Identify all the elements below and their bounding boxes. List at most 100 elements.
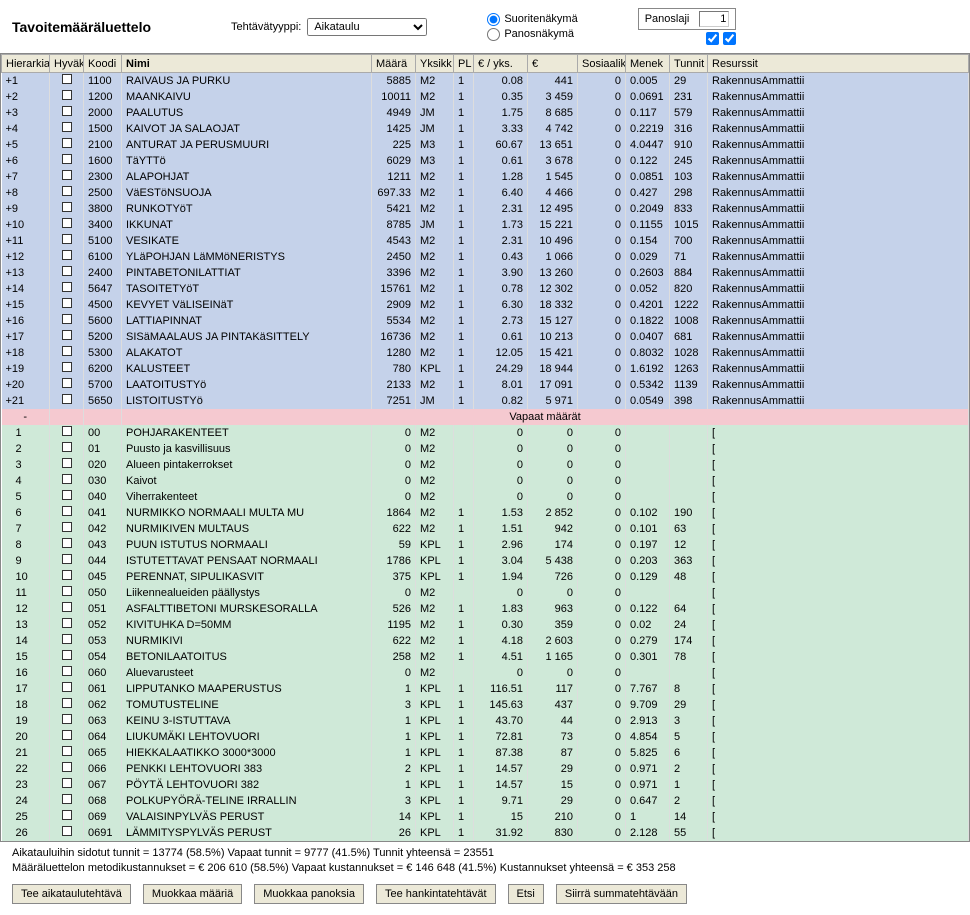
approve-checkbox[interactable] [62, 442, 72, 452]
table-row[interactable]: 15054BETONILAATOITUS258M214.511 16500.30… [2, 649, 969, 665]
table-row[interactable]: 10045PERENNAT, SIPULIKASVIT375KPL11.9472… [2, 569, 969, 585]
approve-checkbox[interactable] [62, 106, 72, 116]
table-row[interactable]: 9044ISTUTETTAVAT PENSAAT NORMAALI1786KPL… [2, 553, 969, 569]
table-row[interactable]: +115100VESIKATE4543M212.3110 49600.15470… [2, 233, 969, 249]
approve-checkbox[interactable] [62, 618, 72, 628]
approve-checkbox[interactable] [62, 314, 72, 324]
col-tunnit[interactable]: Tunnit [670, 55, 708, 73]
table-row[interactable]: +11100RAIVAUS JA PURKU5885M210.0844100.0… [2, 73, 969, 89]
btn-siirra[interactable]: Siirrä summatehtävään [556, 884, 687, 904]
table-row[interactable]: 11050Liikennealueiden päällystys0M2000[ [2, 585, 969, 601]
approve-checkbox[interactable] [62, 666, 72, 676]
table-row[interactable]: +205700LAATOITUSTYö2133M218.0117 09100.5… [2, 377, 969, 393]
approve-checkbox[interactable] [62, 202, 72, 212]
table-row[interactable]: 201Puusto ja kasvillisuus0M2000[ [2, 441, 969, 457]
table-row[interactable]: +82500VäESTöNSUOJA697.33M216.404 46600.4… [2, 185, 969, 201]
col-eyks[interactable]: € / yks. [474, 55, 528, 73]
vapaat-maarat-row[interactable]: -Vapaat määrät [2, 409, 969, 425]
table-row[interactable]: 23067PÖYTÄ LEHTOVUORI 3821KPL114.571500.… [2, 777, 969, 793]
approve-checkbox[interactable] [62, 378, 72, 388]
btn-muokkaa-maaria[interactable]: Muokkaa määriä [143, 884, 242, 904]
table-row[interactable]: 25069VALAISINPYLVÄS PERUST14KPL115210011… [2, 809, 969, 825]
approve-checkbox[interactable] [62, 778, 72, 788]
col-hierarkia[interactable]: Hierarkia [2, 55, 50, 73]
approve-checkbox[interactable] [62, 362, 72, 372]
approve-checkbox[interactable] [62, 250, 72, 260]
approve-checkbox[interactable] [62, 602, 72, 612]
table-row[interactable]: 7042NURMIKIVEN MULTAUS622M211.5194200.10… [2, 521, 969, 537]
table-row[interactable]: 19063KEINU 3-ISTUTTAVA1KPL143.704402.913… [2, 713, 969, 729]
approve-checkbox[interactable] [62, 634, 72, 644]
table-row[interactable]: +21200MAANKAIVU10011M210.353 45900.06912… [2, 89, 969, 105]
approve-checkbox[interactable] [62, 490, 72, 500]
radio-suorite[interactable]: Suoritenäkymä [487, 13, 577, 26]
panoslaji-chk1[interactable] [706, 32, 719, 45]
col-menek[interactable]: Menek [626, 55, 670, 73]
table-row[interactable]: +32000PAALUTUS4949JM11.758 68500.117579R… [2, 105, 969, 121]
approve-checkbox[interactable] [62, 234, 72, 244]
approve-checkbox[interactable] [62, 762, 72, 772]
table-row[interactable]: +61600TäYTTö6029M310.613 67800.122245Rak… [2, 153, 969, 169]
main-table[interactable]: Hierarkia Hyväk Koodi Nimi Määrä Yksikk … [1, 54, 969, 841]
table-row[interactable]: 18062TOMUTUSTELINE3KPL1145.6343709.70929… [2, 697, 969, 713]
approve-checkbox[interactable] [62, 746, 72, 756]
approve-checkbox[interactable] [62, 554, 72, 564]
panoslaji-chk2[interactable] [723, 32, 736, 45]
table-row[interactable]: 12051ASFALTTIBETONI MURSKESORALLA526M211… [2, 601, 969, 617]
col-koodi[interactable]: Koodi [84, 55, 122, 73]
table-row[interactable]: +185300ALAKATOT1280M2112.0515 42100.8032… [2, 345, 969, 361]
panoslaji-input[interactable] [699, 11, 729, 27]
approve-checkbox[interactable] [62, 714, 72, 724]
table-row[interactable]: +103400IKKUNAT8785JM11.7315 22100.115510… [2, 217, 969, 233]
table-row[interactable]: +93800RUNKOTYöT5421M212.3112 49500.20498… [2, 201, 969, 217]
approve-checkbox[interactable] [62, 154, 72, 164]
approve-checkbox[interactable] [62, 170, 72, 180]
approve-checkbox[interactable] [62, 826, 72, 836]
approve-checkbox[interactable] [62, 90, 72, 100]
btn-aikataulu[interactable]: Tee aikataulutehtävä [12, 884, 131, 904]
table-row[interactable]: +215650LISTOITUSTYö7251JM10.825 97100.05… [2, 393, 969, 409]
table-row[interactable]: 8043PUUN ISTUTUS NORMAALI59KPL12.9617400… [2, 537, 969, 553]
approve-checkbox[interactable] [62, 538, 72, 548]
table-row[interactable]: 5040Viherrakenteet0M2000[ [2, 489, 969, 505]
approve-checkbox[interactable] [62, 682, 72, 692]
table-row[interactable]: 17061LIPPUTANKO MAAPERUSTUS1KPL1116.5111… [2, 681, 969, 697]
table-row[interactable]: 6041NURMIKKO NORMAALI MULTA MU1864M211.5… [2, 505, 969, 521]
approve-checkbox[interactable] [62, 186, 72, 196]
table-row[interactable]: +72300ALAPOHJAT1211M211.281 54500.085110… [2, 169, 969, 185]
table-row[interactable]: 21065HIEKKALAATIKKO 3000*30001KPL187.388… [2, 745, 969, 761]
approve-checkbox[interactable] [62, 522, 72, 532]
approve-checkbox[interactable] [62, 394, 72, 404]
approve-checkbox[interactable] [62, 506, 72, 516]
table-row[interactable]: 22066PENKKI LEHTOVUORI 3832KPL114.572900… [2, 761, 969, 777]
approve-checkbox[interactable] [62, 474, 72, 484]
table-row[interactable]: 24068POLKUPYÖRÄ-TELINE IRRALLIN3KPL19.71… [2, 793, 969, 809]
approve-checkbox[interactable] [62, 330, 72, 340]
table-row[interactable]: 3020Alueen pintakerrokset0M2000[ [2, 457, 969, 473]
table-row[interactable]: +196200KALUSTEET780KPL124.2918 94401.619… [2, 361, 969, 377]
approve-checkbox[interactable] [62, 298, 72, 308]
approve-checkbox[interactable] [62, 730, 72, 740]
approve-checkbox[interactable] [62, 570, 72, 580]
col-maara[interactable]: Määrä [372, 55, 416, 73]
table-row[interactable]: 14053NURMIKIVI622M214.182 60300.279174[ [2, 633, 969, 649]
approve-checkbox[interactable] [62, 282, 72, 292]
approve-checkbox[interactable] [62, 650, 72, 660]
radio-panos[interactable]: Panosnäkymä [487, 28, 577, 41]
col-pl[interactable]: PL [454, 55, 474, 73]
table-row[interactable]: +52100ANTURAT JA PERUSMUURI225M3160.6713… [2, 137, 969, 153]
approve-checkbox[interactable] [62, 698, 72, 708]
table-row[interactable]: +41500KAIVOT JA SALAOJAT1425JM13.334 742… [2, 121, 969, 137]
approve-checkbox[interactable] [62, 74, 72, 84]
approve-checkbox[interactable] [62, 266, 72, 276]
task-type-select[interactable]: Aikataulu [307, 18, 427, 36]
col-yksikko[interactable]: Yksikk [416, 55, 454, 73]
table-row[interactable]: +175200SISäMAALAUS JA PINTAKäSITTELY1673… [2, 329, 969, 345]
approve-checkbox[interactable] [62, 810, 72, 820]
approve-checkbox[interactable] [62, 346, 72, 356]
col-e[interactable]: € [528, 55, 578, 73]
table-row[interactable]: +145647TASOITETYöT15761M210.7812 30200.0… [2, 281, 969, 297]
table-row[interactable]: +154500KEVYET VäLISEINäT2909M216.3018 33… [2, 297, 969, 313]
table-row[interactable]: +165600LATTIAPINNAT5534M212.7315 12700.1… [2, 313, 969, 329]
approve-checkbox[interactable] [62, 458, 72, 468]
